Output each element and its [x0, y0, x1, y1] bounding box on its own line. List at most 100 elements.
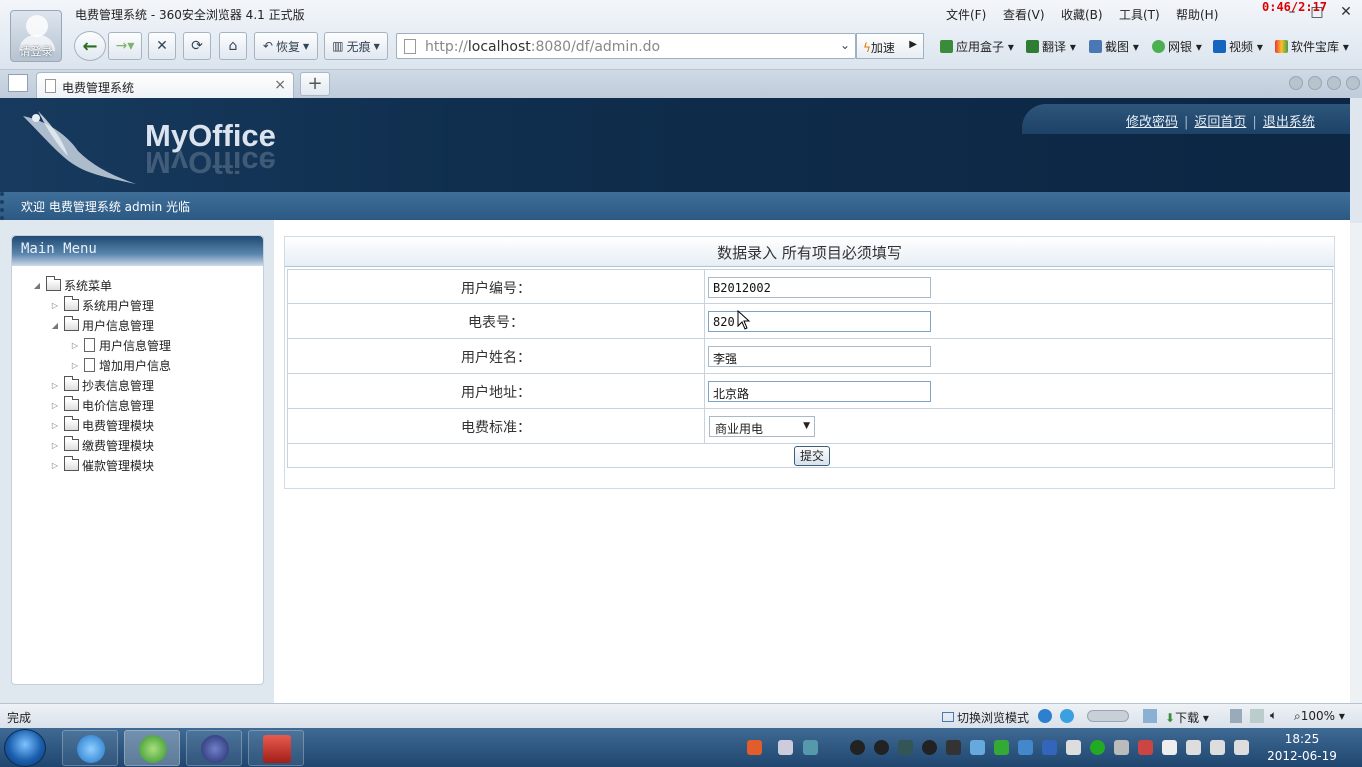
- tray-icon[interactable]: [970, 740, 985, 755]
- tray-network-app-icon[interactable]: [803, 740, 818, 755]
- close-window-icon[interactable]: ✕: [1338, 5, 1354, 19]
- forward-button[interactable]: →▾: [108, 32, 142, 60]
- tray-app-icon[interactable]: [778, 740, 793, 755]
- tree-item-payment[interactable]: ▷ 缴费管理模块: [50, 436, 154, 454]
- software-store-button[interactable]: 软件宝库 ▾: [1275, 38, 1349, 55]
- menu-tools[interactable]: 工具(T): [1119, 6, 1160, 23]
- logout-link[interactable]: 退出系统: [1263, 115, 1315, 130]
- download-button[interactable]: ⬇下载 ▾: [1165, 709, 1209, 726]
- user-id-input[interactable]: B2012002: [708, 277, 931, 298]
- taskbar-clock[interactable]: 18:25 2012-06-19: [1262, 731, 1342, 765]
- back-button[interactable]: ←: [74, 31, 106, 61]
- home-link[interactable]: 返回首页: [1194, 115, 1246, 130]
- tray-icon[interactable]: [1114, 740, 1129, 755]
- taskbar-360-browser[interactable]: [124, 730, 180, 766]
- minimize-icon[interactable]: –: [1284, 5, 1300, 19]
- browse-mode-button[interactable]: 切换浏览模式: [942, 709, 1029, 726]
- toggle-switch[interactable]: [1087, 710, 1129, 722]
- shield-icon[interactable]: [1042, 740, 1057, 755]
- tray-icon[interactable]: [946, 740, 961, 755]
- close-all-tabs-icon[interactable]: [1346, 76, 1360, 90]
- ebank-button[interactable]: 网银 ▾: [1152, 38, 1202, 55]
- zoom-control[interactable]: ⌕100% ▾: [1294, 709, 1345, 724]
- tree-item-fee-management[interactable]: ▷ 电费管理模块: [50, 416, 154, 434]
- flag-icon[interactable]: [1162, 740, 1177, 755]
- tree-item-price-info[interactable]: ▷ 电价信息管理: [50, 396, 154, 414]
- incognito-label: 无痕: [346, 39, 371, 54]
- tool-icon[interactable]: [1143, 709, 1157, 723]
- form-row-meter-no: 电表号： 820: [287, 304, 1333, 339]
- screen-icon[interactable]: [1250, 709, 1264, 723]
- folder-icon: [64, 396, 79, 411]
- refresh-button[interactable]: ⟳: [183, 32, 211, 60]
- qq-icon[interactable]: [874, 740, 889, 755]
- tree-item-meter-reading[interactable]: ▷ 抄表信息管理: [50, 376, 154, 394]
- security-icon[interactable]: [1060, 709, 1074, 723]
- tree-item-system-menu[interactable]: ◢ 系统菜单: [32, 276, 112, 294]
- tab-scroll-right-icon[interactable]: [1308, 76, 1322, 90]
- form-row-fee-standard: 电费标准： 商业用电 ▼: [287, 409, 1333, 444]
- ie-mode-icon[interactable]: [1038, 709, 1052, 723]
- restore-button[interactable]: ↶ 恢复 ▼: [254, 32, 318, 60]
- tree-item-add-user[interactable]: ▷ 增加用户信息: [70, 356, 171, 374]
- video-icon: [1213, 40, 1226, 53]
- stop-icon: ✕: [156, 38, 168, 54]
- taskbar-eclipse[interactable]: [186, 730, 242, 766]
- translate-button[interactable]: 翻译 ▾: [1026, 38, 1076, 55]
- qq-icon[interactable]: [922, 740, 937, 755]
- home-button[interactable]: ⌂: [219, 32, 247, 60]
- volume-icon[interactable]: [1234, 740, 1249, 755]
- tray-icon[interactable]: [1066, 740, 1081, 755]
- collapsed-arrow-icon: ▷: [71, 360, 79, 370]
- tab-list-icon[interactable]: [1327, 76, 1341, 90]
- vertical-scrollbar[interactable]: [1350, 223, 1362, 703]
- network-icon[interactable]: [1210, 740, 1225, 755]
- volume-icon[interactable]: 🔈︎: [1270, 708, 1277, 723]
- taskbar-ie[interactable]: [62, 730, 118, 766]
- incognito-button[interactable]: ▥ 无痕 ▼: [324, 32, 388, 60]
- tray-icon[interactable]: [1090, 740, 1105, 755]
- login-avatar-button[interactable]: 请登录: [10, 10, 62, 62]
- fee-standard-select[interactable]: 商业用电 ▼: [709, 416, 815, 437]
- user-address-input[interactable]: 北京路: [708, 381, 931, 402]
- ime-icon[interactable]: [747, 740, 762, 755]
- tree-item-system-users[interactable]: ▷ 系统用户管理: [50, 296, 154, 314]
- change-password-link[interactable]: 修改密码: [1126, 115, 1178, 130]
- menu-view[interactable]: 查看(V): [1003, 6, 1045, 23]
- maximize-icon[interactable]: □: [1309, 5, 1325, 19]
- page-tool-icon[interactable]: [1230, 709, 1242, 723]
- tray-icon[interactable]: [1018, 740, 1033, 755]
- new-tab-button[interactable]: +: [300, 72, 330, 96]
- stop-button[interactable]: ✕: [148, 32, 176, 60]
- meter-no-label: 电表号：: [288, 304, 705, 338]
- close-tab-icon[interactable]: ×: [274, 77, 286, 93]
- tab-scroll-left-icon[interactable]: [1289, 76, 1303, 90]
- lightning-icon: ϟ: [863, 41, 871, 55]
- app-box-icon: [940, 40, 953, 53]
- start-button[interactable]: [4, 729, 46, 767]
- user-name-input[interactable]: 李强: [708, 346, 931, 367]
- submit-button[interactable]: 提交: [794, 446, 830, 466]
- tray-icon[interactable]: [1186, 740, 1201, 755]
- folder-icon: [46, 276, 61, 291]
- video-button[interactable]: 视频 ▾: [1213, 38, 1263, 55]
- speedup-button[interactable]: ϟ加速 ▶: [856, 33, 924, 59]
- address-bar[interactable]: http://localhost:8080/df/admin.do ⌄: [396, 33, 856, 59]
- tray-icon[interactable]: [994, 740, 1009, 755]
- tree-item-reminder[interactable]: ▷ 催款管理模块: [50, 456, 154, 474]
- screenshot-button[interactable]: 截图 ▾: [1089, 38, 1139, 55]
- tree-item-user-info[interactable]: ◢ 用户信息管理: [50, 316, 154, 334]
- sidebar-toggle-icon[interactable]: [8, 74, 28, 92]
- address-dropdown-icon[interactable]: ⌄: [837, 38, 853, 52]
- tray-icon[interactable]: [898, 740, 913, 755]
- document-icon: [84, 358, 95, 372]
- qq-icon[interactable]: [850, 740, 865, 755]
- app-box-button[interactable]: 应用盒子 ▾: [940, 38, 1014, 55]
- tree-item-user-info-manage[interactable]: ▷ 用户信息管理: [70, 336, 171, 354]
- menu-favorites[interactable]: 收藏(B): [1061, 6, 1103, 23]
- tray-icon[interactable]: [1138, 740, 1153, 755]
- taskbar-toolbox[interactable]: [248, 730, 304, 766]
- tab-electricity-system[interactable]: 电费管理系统 ×: [36, 72, 294, 98]
- menu-file[interactable]: 文件(F): [946, 6, 986, 23]
- menu-help[interactable]: 帮助(H): [1176, 6, 1218, 23]
